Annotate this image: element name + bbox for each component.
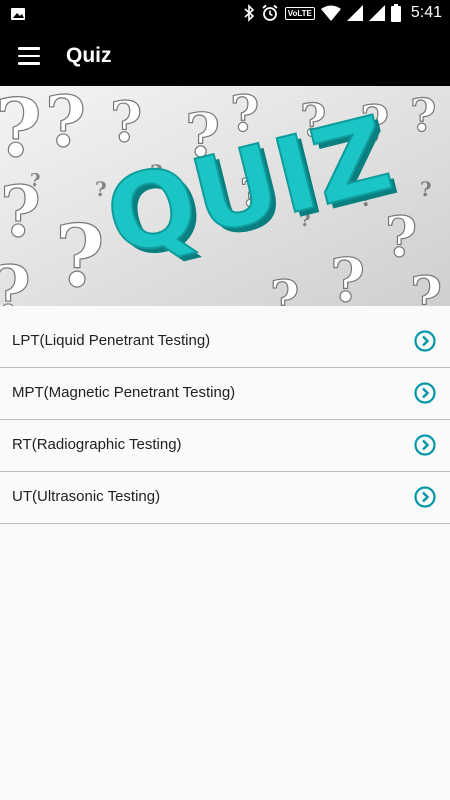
chevron-right-circle-icon[interactable] — [414, 434, 436, 456]
svg-text:?: ? — [45, 86, 86, 163]
svg-text:?: ? — [0, 250, 31, 306]
list-item-label: UT(Ultrasonic Testing) — [12, 488, 161, 505]
chevron-right-circle-icon[interactable] — [414, 330, 436, 352]
wifi-icon — [320, 5, 341, 21]
page-title: Quiz — [66, 44, 112, 67]
list-item-lpt[interactable]: LPT(Liquid Penetrant Testing) — [0, 316, 450, 368]
svg-text:?: ? — [110, 89, 142, 154]
list-item-label: RT(Radiographic Testing) — [12, 436, 182, 453]
svg-text:?: ? — [0, 86, 42, 175]
chevron-right-circle-icon[interactable] — [414, 382, 436, 404]
bluetooth-icon — [244, 4, 254, 22]
list-item-mpt[interactable]: MPT(Magnetic Penetrant Testing) — [0, 368, 450, 420]
battery-icon — [390, 4, 401, 22]
chevron-right-circle-icon[interactable] — [414, 486, 436, 508]
volte-icon: VoLTE — [284, 6, 315, 20]
list-item-label: MPT(Magnetic Penetrant Testing) — [12, 384, 236, 401]
list-item-ut[interactable]: UT(Ultrasonic Testing) — [0, 472, 450, 524]
svg-text:?: ? — [55, 207, 105, 306]
status-time: 5:41 — [410, 4, 442, 21]
svg-text:?: ? — [330, 246, 365, 306]
status-icons: VoLTE 5:41 — [243, 4, 442, 22]
signal-icon — [368, 5, 385, 21]
status-bar: VoLTE 5:41 — [0, 0, 450, 28]
hamburger-menu-icon[interactable] — [18, 47, 42, 67]
signal-icon — [346, 5, 363, 21]
list-item-rt[interactable]: RT(Radiographic Testing) — [0, 420, 450, 472]
app-bar: Quiz — [0, 28, 450, 86]
list-item-label: LPT(Liquid Penetrant Testing) — [12, 332, 211, 349]
svg-text:?: ? — [410, 264, 442, 306]
svg-text:?: ? — [420, 177, 432, 201]
quiz-banner-image: ? ? ? ? ? ? ? ? ? ? ? ? ? ? ? ? ? ? ? ? … — [0, 86, 450, 306]
alarm-icon — [262, 4, 278, 21]
svg-text:?: ? — [30, 170, 41, 191]
image-notification-icon — [10, 6, 26, 27]
svg-text:?: ? — [410, 89, 436, 142]
quiz-list: LPT(Liquid Penetrant Testing) MPT(Magnet… — [0, 316, 450, 524]
svg-text:?: ? — [270, 269, 299, 306]
